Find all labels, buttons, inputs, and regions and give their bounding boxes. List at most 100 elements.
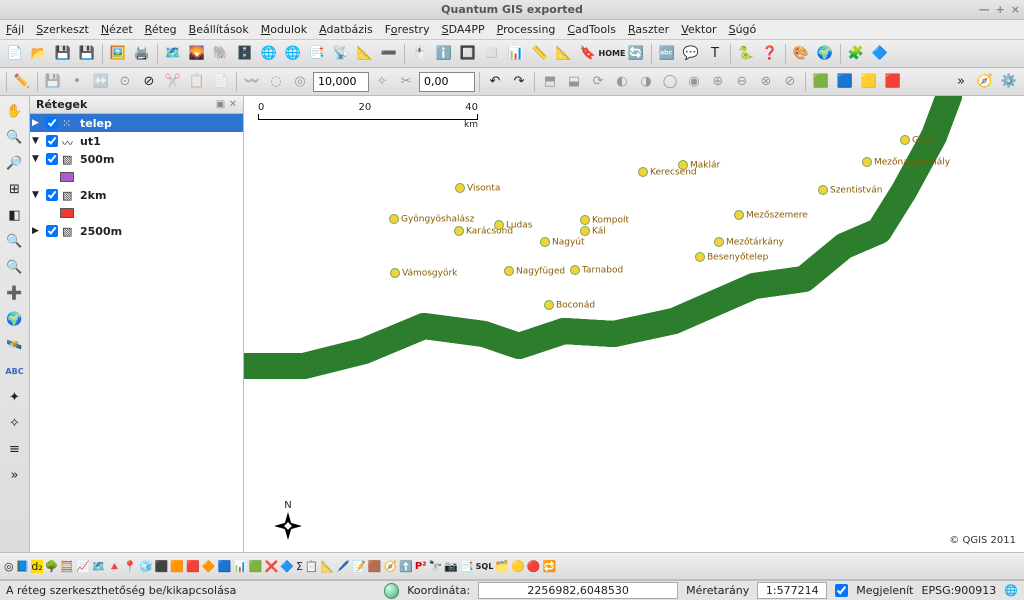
plugin-15-icon[interactable]: 🟦 (217, 560, 231, 573)
measure-icon[interactable]: 📏 (529, 43, 551, 65)
plugin-12-icon[interactable]: 🟧 (170, 560, 184, 573)
cad-tools-f-icon[interactable]: ⊖ (731, 71, 753, 93)
plugin-30-icon[interactable]: 📷 (444, 560, 458, 573)
plugin-25-icon[interactable]: 🟫 (368, 560, 382, 573)
plugin-tail-a-icon[interactable]: 🧭 (974, 71, 996, 93)
menu-vector[interactable]: Vektor (681, 23, 716, 36)
menu-layer[interactable]: Réteg (145, 23, 177, 36)
plugin-group-d-icon[interactable]: 🟥 (882, 71, 904, 93)
plugin-34-icon[interactable]: 🟡 (511, 560, 525, 573)
add-part-icon[interactable]: ◎ (289, 71, 311, 93)
close-icon[interactable]: × (1011, 3, 1020, 16)
cad-tools-h-icon[interactable]: ⊘ (779, 71, 801, 93)
plugin-14-icon[interactable]: 🔶 (202, 560, 216, 573)
render-checkbox[interactable] (835, 584, 848, 597)
zoom-next-icon[interactable]: ➕ (3, 282, 27, 304)
identify-icon[interactable]: ℹ️ (433, 43, 455, 65)
decoration-b-icon[interactable]: ✧ (3, 412, 27, 434)
crs-icon[interactable]: 🌍 (814, 43, 836, 65)
plugin-13-icon[interactable]: 🟥 (186, 560, 200, 573)
add-gps-icon[interactable]: 📡 (330, 43, 352, 65)
add-raster-icon[interactable]: 🌄 (186, 43, 208, 65)
plugin-group-a-icon[interactable]: 🟩 (810, 71, 832, 93)
scale-field[interactable]: 1:577214 (757, 582, 827, 599)
menu-file[interactable]: Fájl (6, 23, 24, 36)
overflow-icon[interactable]: » (950, 71, 972, 93)
plugin-24-icon[interactable]: 📝 (352, 560, 366, 573)
panel-controls-icon[interactable]: ▣ ✕ (216, 99, 237, 110)
plugin-33-icon[interactable]: 🗂️ (495, 560, 509, 573)
refresh-icon[interactable]: 🔄 (625, 43, 647, 65)
plugin-36-icon[interactable]: 🔁 (542, 560, 556, 573)
help-icon[interactable]: ❓ (759, 43, 781, 65)
plugin-b-icon[interactable]: 🔷 (869, 43, 891, 65)
style-manager-icon[interactable]: 🎨 (790, 43, 812, 65)
plugin-27-icon[interactable]: ⬆️ (399, 560, 413, 573)
remove-layer-icon[interactable]: ➖ (378, 43, 400, 65)
cad-tools-e-icon[interactable]: ⊕ (707, 71, 729, 93)
cad-tools-c-icon[interactable]: ◯ (659, 71, 681, 93)
menu-processing[interactable]: Processing (497, 23, 556, 36)
add-postgis-icon[interactable]: 🐘 (210, 43, 232, 65)
epsg-label[interactable]: EPSG:900913 (922, 584, 997, 597)
layer-item-telep[interactable]: ▶⁙telep (30, 114, 243, 132)
composer-manager-icon[interactable]: 🖨️ (131, 43, 153, 65)
select-icon[interactable]: 🔲 (457, 43, 479, 65)
simplify-icon[interactable]: 〰️ (241, 71, 263, 93)
zoom-layer-icon[interactable]: 🔍 (3, 230, 27, 252)
undo-icon[interactable]: ↶ (484, 71, 506, 93)
plugin-26-icon[interactable]: 🧭 (383, 560, 397, 573)
text-annotation-icon[interactable]: T (704, 43, 726, 65)
attribute-table-icon[interactable]: 📊 (505, 43, 527, 65)
add-spatialite-icon[interactable]: 🗄️ (234, 43, 256, 65)
pan-icon[interactable]: ✋ (3, 100, 27, 122)
zoom-last-icon[interactable]: 🔍 (3, 256, 27, 278)
paste-icon[interactable]: 📄 (210, 71, 232, 93)
add-wfs-icon[interactable]: 🌐 (282, 43, 304, 65)
plugin-05-icon[interactable]: 🧮 (60, 560, 74, 573)
layer-item-500m[interactable]: ▼▧500m (30, 150, 243, 168)
plugin-17-icon[interactable]: 🟩 (249, 560, 263, 573)
redo-icon[interactable]: ↷ (508, 71, 530, 93)
refresh-canvas-icon[interactable]: 🌍 (3, 308, 27, 330)
layer-item-2500m[interactable]: ▶▧2500m (30, 222, 243, 240)
open-project-icon[interactable]: 📂 (28, 43, 50, 65)
add-csv-icon[interactable]: 📑 (306, 43, 328, 65)
rotate-point-icon[interactable]: ⟳ (587, 71, 609, 93)
plugin-01-icon[interactable]: ◎ (4, 560, 14, 573)
plugin-group-c-icon[interactable]: 🟨 (858, 71, 880, 93)
menu-settings[interactable]: Beállítások (189, 23, 249, 36)
plugin-09-icon[interactable]: 📍 (123, 560, 137, 573)
split-icon[interactable]: ✂︎ (395, 71, 417, 93)
plugin-19-icon[interactable]: 🔷 (280, 560, 294, 573)
layer-item-ut1[interactable]: ▼〰ut1 (30, 132, 243, 150)
plugin-group-b-icon[interactable]: 🟦 (834, 71, 856, 93)
plugin-20-icon[interactable]: Σ (296, 560, 303, 573)
plugin-31-icon[interactable]: 📑 (460, 560, 474, 573)
menu-view[interactable]: Nézet (101, 23, 133, 36)
plugin-04-icon[interactable]: 🌳 (45, 560, 59, 573)
plugin-06-icon[interactable]: 📈 (76, 560, 90, 573)
decoration-c-icon[interactable]: ≡ (3, 438, 27, 460)
plugin-tail-b-icon[interactable]: ⚙️ (998, 71, 1020, 93)
save-project-icon[interactable]: 💾 (52, 43, 74, 65)
plugin-03-icon[interactable]: d₂ (31, 560, 42, 573)
cut-icon[interactable]: ✂️ (162, 71, 184, 93)
measure-area-icon[interactable]: 📐 (553, 43, 575, 65)
maximize-icon[interactable]: + (996, 3, 1005, 16)
toggle-editing-icon[interactable]: ✏️ (11, 71, 33, 93)
nav-pointer-icon[interactable]: 🖱️ (409, 43, 431, 65)
menu-sda4pp[interactable]: SDA4PP (442, 23, 485, 36)
copy-icon[interactable]: 📋 (186, 71, 208, 93)
save-as-icon[interactable]: 💾 (76, 43, 98, 65)
new-shapefile-icon[interactable]: 📐 (354, 43, 376, 65)
menu-edit[interactable]: Szerkeszt (36, 23, 89, 36)
offset-input-1[interactable] (313, 72, 369, 92)
node-tool-icon[interactable]: ⊙ (114, 71, 136, 93)
plugin-16-icon[interactable]: 📊 (233, 560, 247, 573)
plugin-23-icon[interactable]: 🖊️ (336, 560, 350, 573)
new-composer-icon[interactable]: 🖼️ (107, 43, 129, 65)
plugin-02-icon[interactable]: 📘 (16, 560, 30, 573)
add-wms-icon[interactable]: 🌐 (258, 43, 280, 65)
save-edits-icon[interactable]: 💾 (42, 71, 64, 93)
